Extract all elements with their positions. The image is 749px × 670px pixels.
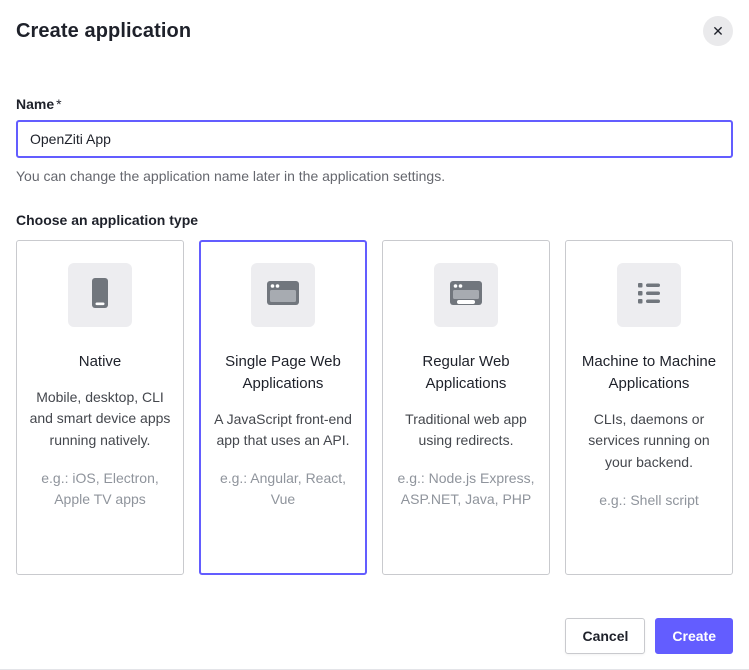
list-icon: [629, 273, 669, 318]
card-example: e.g.: iOS, Electron, Apple TV apps: [28, 468, 172, 510]
icon-tile: [434, 263, 498, 327]
browser-window-icon: [263, 273, 303, 318]
application-type-cards: Native Mobile, desktop, CLI and smart de…: [16, 240, 733, 575]
required-marker: *: [56, 96, 61, 112]
card-machine-to-machine[interactable]: Machine to Machine Applications CLIs, da…: [565, 240, 733, 575]
card-title: Machine to Machine Applications: [577, 351, 721, 395]
dialog-footer: Cancel Create: [565, 618, 733, 654]
cancel-button[interactable]: Cancel: [565, 618, 645, 654]
card-title: Regular Web Applications: [394, 351, 538, 395]
create-button[interactable]: Create: [655, 618, 733, 654]
smartphone-icon: [80, 273, 120, 318]
card-native[interactable]: Native Mobile, desktop, CLI and smart de…: [16, 240, 184, 575]
close-button[interactable]: ✕: [703, 16, 733, 46]
server-window-icon: [446, 273, 486, 318]
dialog-header: Create application ✕: [16, 16, 733, 46]
card-example: e.g.: Angular, React, Vue: [211, 468, 355, 510]
card-description: CLIs, daemons or services running on you…: [577, 409, 721, 474]
icon-tile: [68, 263, 132, 327]
name-helper-text: You can change the application name late…: [16, 168, 733, 184]
card-regular-web[interactable]: Regular Web Applications Traditional web…: [382, 240, 550, 575]
icon-tile: [251, 263, 315, 327]
card-description: Mobile, desktop, CLI and smart device ap…: [28, 387, 172, 452]
create-application-dialog: Create application ✕ Name* You can chang…: [0, 0, 749, 669]
card-example: e.g.: Node.js Express, ASP.NET, Java, PH…: [394, 468, 538, 510]
card-description: Traditional web app using redirects.: [394, 409, 538, 452]
card-title: Native: [79, 351, 122, 373]
card-title: Single Page Web Applications: [211, 351, 355, 395]
icon-tile: [617, 263, 681, 327]
application-type-label: Choose an application type: [16, 212, 733, 228]
card-description: A JavaScript front-end app that uses an …: [211, 409, 355, 452]
card-example: e.g.: Shell script: [599, 490, 699, 511]
close-icon: ✕: [712, 24, 724, 38]
application-name-input[interactable]: [16, 120, 733, 158]
card-single-page-web[interactable]: Single Page Web Applications A JavaScrip…: [199, 240, 367, 575]
dialog-title: Create application: [16, 16, 191, 43]
name-label: Name*: [16, 96, 733, 112]
